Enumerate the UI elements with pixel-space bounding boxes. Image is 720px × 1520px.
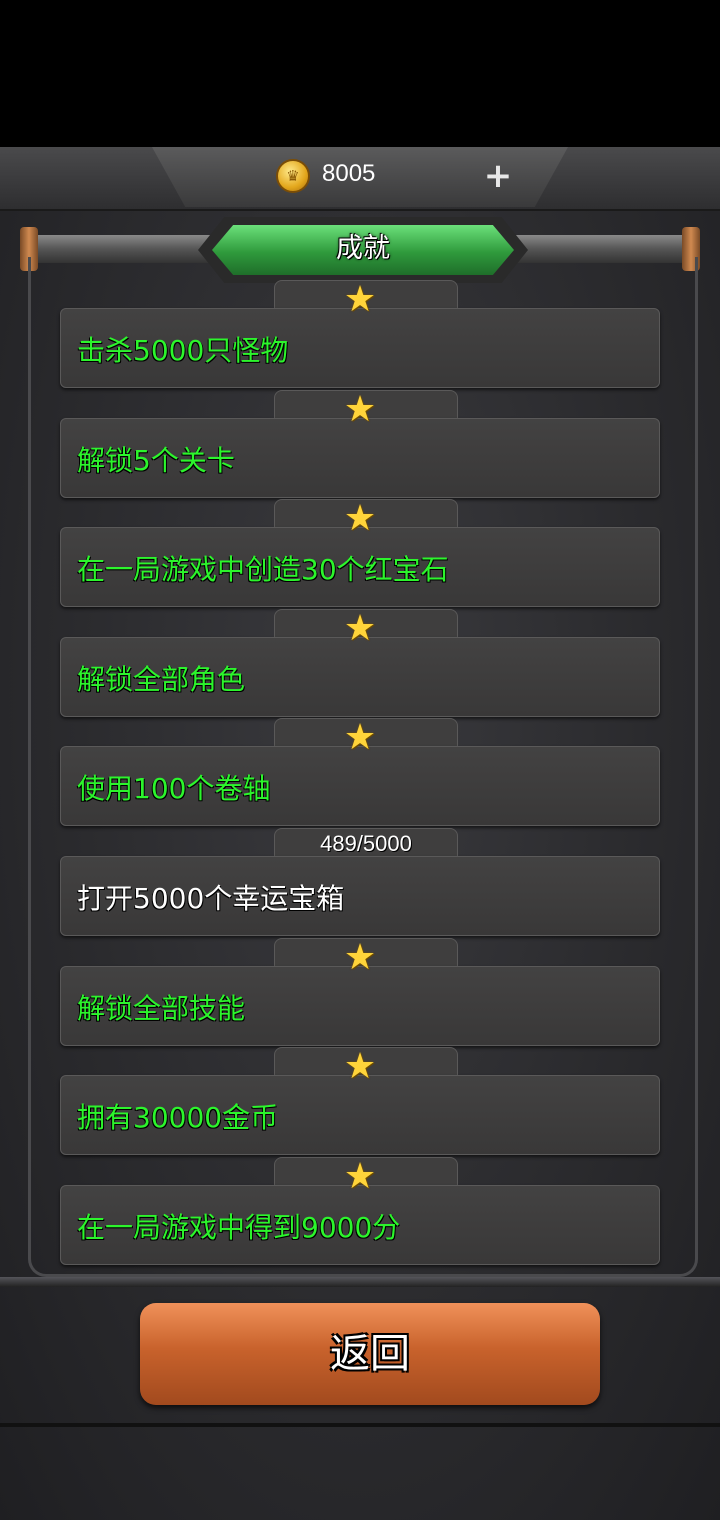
achievement-row: 在一局游戏中得到9000分 ★: [60, 1157, 660, 1267]
star-icon: ★: [343, 1046, 377, 1087]
achievement-row: 解锁全部角色 ★: [60, 609, 660, 719]
achievement-label: 解锁5个关卡: [77, 444, 235, 477]
achievement-progress: 489/5000: [320, 831, 412, 856]
star-icon: ★: [343, 498, 377, 539]
achievement-row: 解锁全部技能 ★: [60, 938, 660, 1048]
coin-amount: 8005: [322, 160, 376, 187]
frame-bottom-strip: [0, 1277, 720, 1287]
achievement-card: 解锁全部技能: [60, 966, 660, 1046]
achievement-row: 打开5000个幸运宝箱 489/5000: [60, 828, 660, 938]
divider: [0, 1423, 720, 1427]
achievement-row: 解锁5个关卡 ★: [60, 390, 660, 500]
achievement-card: 在一局游戏中创造30个红宝石: [60, 527, 660, 607]
star-icon: ★: [343, 937, 377, 978]
achievement-label: 打开5000个幸运宝箱: [77, 882, 345, 915]
achievement-label: 解锁全部技能: [77, 992, 246, 1025]
achievement-row: 拥有30000金币 ★: [60, 1047, 660, 1157]
star-icon: ★: [343, 389, 377, 430]
achievement-label: 解锁全部角色: [77, 663, 246, 696]
achievement-row: 击杀5000只怪物 ★: [60, 280, 660, 390]
achievement-row: 使用100个卷轴 ★: [60, 718, 660, 828]
achievement-card: 击杀5000只怪物: [60, 308, 660, 388]
achievement-label: 在一局游戏中得到9000分: [77, 1211, 401, 1244]
star-icon: ★: [343, 1156, 377, 1197]
add-coins-button[interactable]: +: [480, 159, 516, 195]
star-icon: ★: [343, 608, 377, 649]
achievement-card: 解锁5个关卡: [60, 418, 660, 498]
back-button-label: 返回: [330, 1331, 410, 1377]
achievement-card: 打开5000个幸运宝箱: [60, 856, 660, 936]
star-icon: ★: [343, 717, 377, 758]
achievement-card: 拥有30000金币: [60, 1075, 660, 1155]
achievement-card: 解锁全部角色: [60, 637, 660, 717]
achievements-screen: ♛ 8005 + 成就 返回 击杀5000只怪物 ★ 解锁5个关卡 ★ 在一局游戏中创造…: [0, 147, 720, 1520]
achievement-label: 拥有30000金币: [77, 1101, 279, 1134]
crown-coin-icon: ♛: [276, 159, 310, 193]
achievement-label: 使用100个卷轴: [77, 772, 271, 805]
star-icon: ★: [343, 279, 377, 320]
achievement-card: 在一局游戏中得到9000分: [60, 1185, 660, 1265]
achievement-row: 在一局游戏中创造30个红宝石 ★: [60, 499, 660, 609]
achievement-card: 使用100个卷轴: [60, 746, 660, 826]
page-title: 成就: [336, 233, 390, 264]
achievement-label: 击杀5000只怪物: [77, 334, 289, 367]
achievement-label: 在一局游戏中创造30个红宝石: [77, 553, 449, 586]
back-button[interactable]: 返回: [140, 1303, 600, 1405]
